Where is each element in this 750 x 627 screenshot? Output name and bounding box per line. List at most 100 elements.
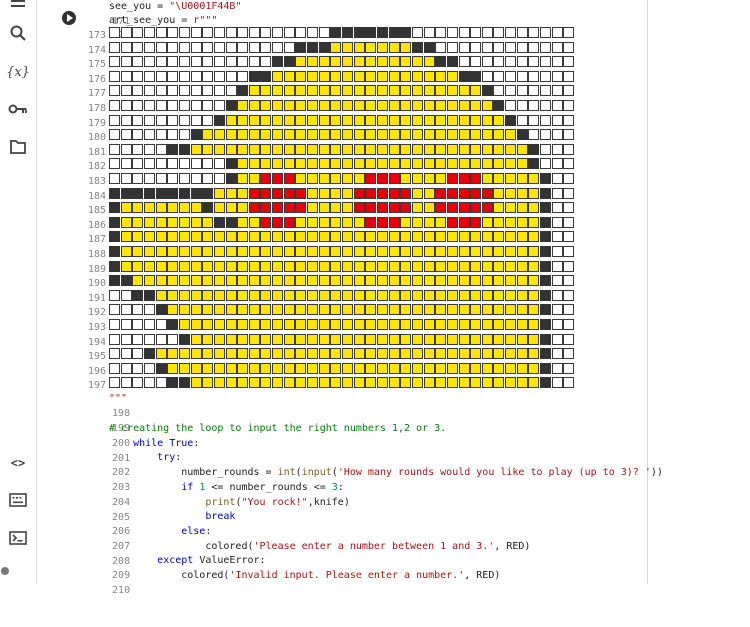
- empty-square: [540, 41, 552, 53]
- empty-square: [563, 202, 575, 214]
- terminal-icon[interactable]: [7, 527, 29, 549]
- empty-square: [213, 173, 225, 184]
- yellow-square: [353, 143, 365, 155]
- yellow-square: [237, 275, 249, 287]
- code-line: 182: [82, 160, 106, 175]
- empty-square: [120, 129, 132, 141]
- empty-square: [143, 362, 155, 374]
- code-line: 204 if 1 <= number_rounds <= 3:: [82, 481, 344, 508]
- empty-square: [167, 70, 179, 82]
- yellow-square: [155, 275, 167, 287]
- yellow-square: [493, 289, 505, 301]
- empty-square: [132, 70, 144, 82]
- yellow-square: [411, 275, 423, 287]
- yellow-square: [318, 246, 330, 257]
- string-literal: r""": [193, 15, 218, 26]
- red-square: [388, 216, 400, 228]
- black-square: [213, 216, 225, 228]
- empty-square: [132, 377, 144, 389]
- toc-icon[interactable]: [7, 0, 29, 14]
- yellow-square: [248, 246, 260, 257]
- yellow-square: [307, 187, 319, 199]
- empty-square: [202, 173, 214, 184]
- files-folder-icon[interactable]: [7, 136, 29, 158]
- yellow-square: [388, 362, 400, 374]
- yellow-square: [260, 304, 272, 316]
- black-square: [155, 304, 167, 316]
- yellow-square: [225, 114, 237, 126]
- secrets-key-icon[interactable]: [7, 98, 29, 120]
- run-cell-button[interactable]: [62, 11, 76, 25]
- code-line: 188: [82, 248, 106, 263]
- black-square: [225, 100, 237, 111]
- code-line: 180: [82, 131, 106, 146]
- yellow-square: [505, 377, 517, 389]
- yellow-square: [493, 246, 505, 257]
- empty-square: [551, 41, 563, 53]
- empty-square: [528, 129, 540, 141]
- empty-square: [540, 85, 552, 97]
- yellow-square: [202, 216, 214, 228]
- yellow-square: [330, 129, 342, 141]
- yellow-square: [493, 158, 505, 170]
- yellow-square: [376, 275, 388, 287]
- code-line: 205 print("You rock!",knife): [82, 496, 350, 523]
- code-line: 209 except ValueError:: [82, 554, 266, 581]
- yellow-square: [272, 333, 284, 345]
- empty-square: [563, 70, 575, 82]
- yellow-square: [458, 377, 470, 389]
- yellow-square: [376, 143, 388, 155]
- yellow-square: [202, 289, 214, 301]
- search-icon[interactable]: [7, 22, 29, 44]
- red-square: [435, 187, 447, 199]
- code-snippets-icon[interactable]: <>: [7, 452, 29, 474]
- yellow-square: [458, 114, 470, 126]
- empty-square: [272, 27, 284, 38]
- line-number: 191: [87, 292, 106, 304]
- yellow-square: [330, 70, 342, 82]
- code-line: 195: [82, 350, 106, 365]
- code-text: if 1 <= number_rounds <= 3:: [181, 482, 344, 493]
- yellow-square: [330, 41, 342, 53]
- yellow-square: [248, 260, 260, 272]
- empty-square: [563, 333, 575, 345]
- yellow-square: [446, 304, 458, 316]
- yellow-square: [481, 377, 493, 389]
- yellow-square: [505, 143, 517, 155]
- empty-square: [540, 158, 552, 170]
- empty-square: [505, 85, 517, 97]
- yellow-square: [295, 260, 307, 272]
- yellow-square: [423, 187, 435, 199]
- empty-square: [190, 173, 202, 184]
- empty-square: [516, 70, 528, 82]
- yellow-square: [423, 246, 435, 257]
- yellow-square: [143, 260, 155, 272]
- yellow-square: [237, 289, 249, 301]
- empty-square: [109, 70, 120, 82]
- red-square: [365, 216, 377, 228]
- yellow-square: [481, 143, 493, 155]
- yellow-square: [353, 56, 365, 68]
- yellow-square: [330, 246, 342, 257]
- empty-square: [190, 70, 202, 82]
- yellow-square: [342, 173, 353, 184]
- yellow-square: [493, 143, 505, 155]
- yellow-square: [307, 129, 319, 141]
- yellow-square: [353, 304, 365, 316]
- code-editor[interactable]: 171 see_you = "\U0001F44B" 172 art_see_y…: [82, 0, 750, 596]
- yellow-square: [190, 216, 202, 228]
- yellow-square: [295, 289, 307, 301]
- code-text: while True:: [133, 438, 200, 449]
- variables-icon[interactable]: {x}: [6, 61, 30, 83]
- empty-square: [237, 56, 249, 68]
- red-square: [260, 173, 272, 184]
- command-palette-icon[interactable]: [7, 489, 29, 511]
- yellow-square: [213, 202, 225, 214]
- empty-square: [167, 41, 179, 53]
- empty-square: [551, 275, 563, 287]
- yellow-square: [400, 129, 412, 141]
- empty-square: [155, 114, 167, 126]
- yellow-square: [400, 114, 412, 126]
- yellow-square: [307, 56, 319, 68]
- yellow-square: [272, 129, 284, 141]
